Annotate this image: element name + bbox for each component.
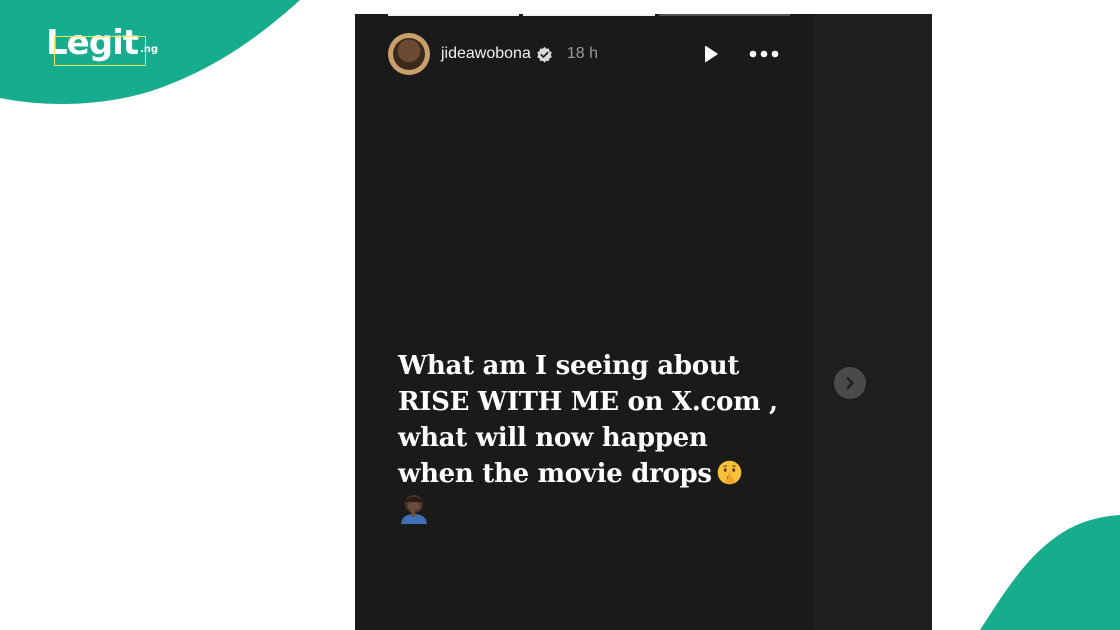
more-options-icon	[749, 50, 779, 58]
story-viewer: jideawobona 18 h What am I seeing about …	[355, 14, 932, 630]
play-icon	[705, 45, 718, 63]
logo-tld: .ng	[139, 44, 159, 55]
legit-logo: Legit .ng	[46, 23, 159, 66]
facepalm-emoji	[401, 495, 427, 524]
story-header: jideawobona 18 h	[388, 32, 780, 76]
story-caption: What am I seeing about RISE WITH ME on X…	[398, 348, 798, 524]
avatar[interactable]	[388, 33, 430, 75]
caption-line: when the movie drops	[398, 459, 712, 489]
brand-blob-bottom-right	[980, 515, 1120, 630]
logo-text: Legit	[46, 23, 139, 63]
avatar-image	[393, 38, 425, 70]
timestamp: 18 h	[566, 45, 598, 62]
progress-segment	[658, 14, 790, 16]
story-card[interactable]: jideawobona 18 h What am I seeing about …	[355, 14, 813, 630]
verified-icon	[537, 46, 552, 63]
progress-segment-active	[523, 14, 655, 16]
caption-line: What am I seeing about	[398, 351, 740, 381]
caption-line: RISE WITH ME on X.com ,	[398, 387, 778, 417]
more-options-button[interactable]	[748, 42, 780, 66]
username[interactable]: jideawobona	[441, 45, 531, 63]
next-story-button[interactable]	[834, 367, 866, 399]
shushing-face-emoji	[717, 460, 742, 485]
caption-line-with-emoji: when the movie drops	[398, 456, 798, 492]
chevron-right-icon	[846, 377, 854, 389]
play-button[interactable]	[698, 42, 722, 66]
story-progress	[388, 14, 790, 17]
caption-line: what will now happen	[398, 423, 708, 453]
progress-segment	[388, 14, 520, 16]
